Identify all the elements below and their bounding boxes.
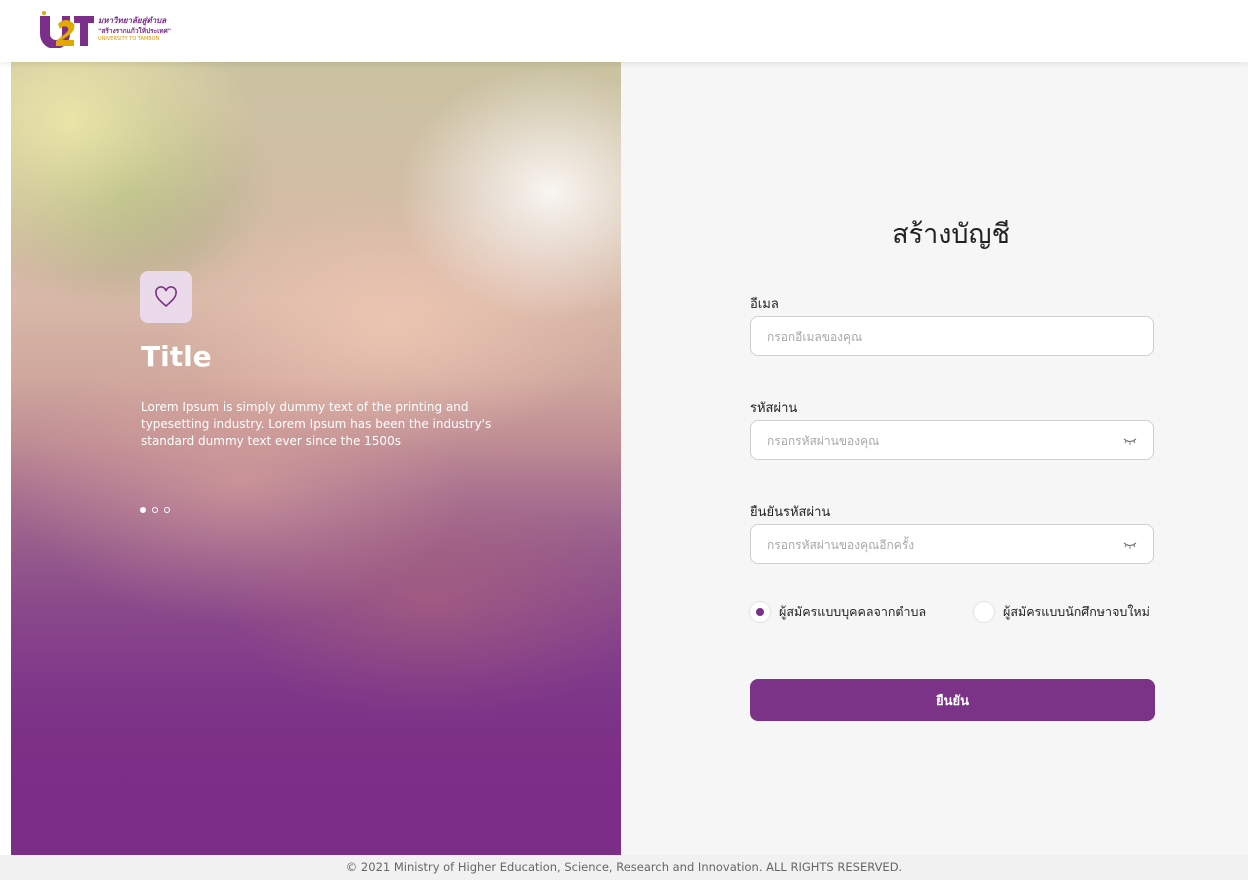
confirm-password-label: ยืนยันรหัสผ่าน [750, 505, 831, 520]
radio-button-selected[interactable] [750, 602, 770, 622]
confirm-password-field[interactable] [765, 525, 1109, 565]
heart-icon [155, 286, 177, 308]
u2t-logo-mark [40, 11, 94, 48]
eye-closed-icon[interactable] [1123, 434, 1137, 446]
password-field[interactable] [765, 421, 1109, 461]
logo-slogan: "สร้างรากแก้วให้ประเทศ" [98, 27, 172, 35]
email-field-box [750, 316, 1154, 357]
top-header: มหาวิทยาลัยสู่ตำบล "สร้างรากแก้วให้ประเท… [0, 0, 1248, 62]
carousel-dot-3[interactable] [164, 507, 170, 513]
radio-label-graduate[interactable]: ผู้สมัครแบบนักศึกษาจบใหม่ [1003, 602, 1150, 622]
page-title: สร้างบัญชี [892, 219, 1010, 250]
hero-image-overlay [11, 62, 621, 855]
radio-applicant-local[interactable]: ผู้สมัครแบบบุคคลจากตำบล [750, 602, 926, 622]
logo-english-name: UNIVERSITY TO TAMBON [98, 36, 160, 42]
footer-copyright: © 2021 Ministry of Higher Education, Sci… [345, 860, 903, 874]
eye-closed-icon[interactable] [1123, 538, 1137, 550]
submit-button[interactable]: ยืนยัน [750, 679, 1155, 721]
radio-applicant-graduate[interactable]: ผู้สมัครแบบนักศึกษาจบใหม่ [974, 602, 1150, 622]
carousel-dots [140, 507, 170, 513]
u2t-logo[interactable]: มหาวิทยาลัยสู่ตำบล "สร้างรากแก้วให้ประเท… [38, 10, 198, 50]
radio-selected-dot [756, 608, 764, 616]
footer: © 2021 Ministry of Higher Education, Sci… [0, 855, 1248, 880]
signup-panel: สร้างบัญชี อีเมล รหัสผ่าน ยืนยันรหัสผ่าน… [621, 62, 1248, 855]
confirm-password-field-box [750, 524, 1154, 565]
hero-icon-tile [140, 271, 192, 323]
hero-title: Title [141, 340, 212, 373]
hero-description: Lorem Ipsum is simply dummy text of the … [141, 400, 492, 448]
password-field-box [750, 420, 1154, 461]
radio-button-unselected[interactable] [974, 602, 994, 622]
carousel-dot-2[interactable] [152, 507, 158, 513]
password-label: รหัสผ่าน [750, 401, 798, 416]
email-field[interactable] [765, 317, 1109, 357]
carousel-dot-1[interactable] [140, 507, 146, 513]
email-label: อีเมล [750, 297, 779, 312]
radio-label-local[interactable]: ผู้สมัครแบบบุคคลจากตำบล [779, 602, 926, 622]
hero-carousel: Title Lorem Ipsum is simply dummy text o… [11, 62, 621, 855]
